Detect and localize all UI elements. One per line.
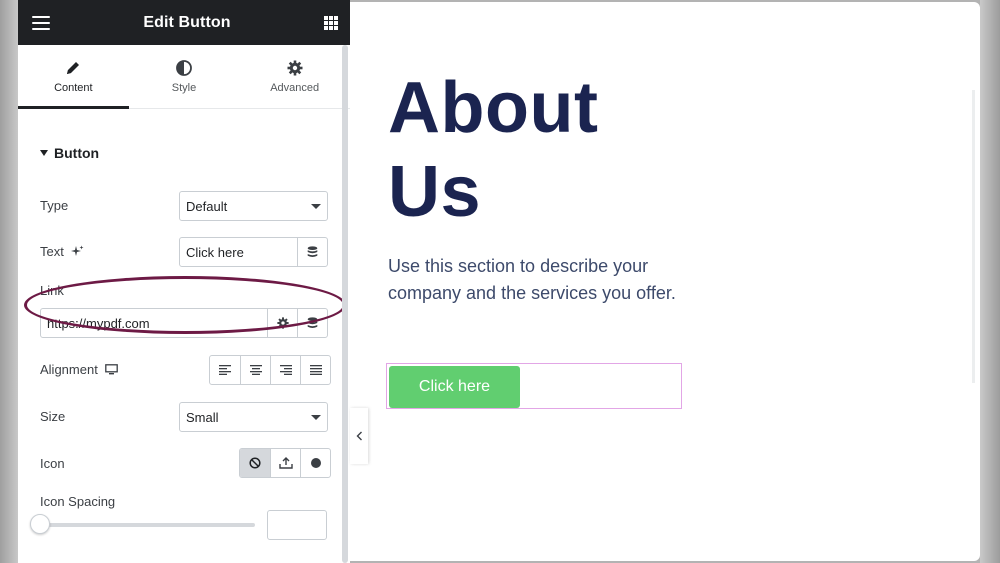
hamburger-menu-icon[interactable]: [32, 15, 50, 30]
tab-content[interactable]: Content: [18, 45, 129, 109]
section-title: Button: [54, 145, 100, 161]
align-justify-icon: [309, 365, 322, 375]
type-label: Type: [40, 198, 69, 213]
align-left-button[interactable]: [210, 356, 240, 384]
panel-header: Edit Button: [18, 0, 350, 45]
page-canvas: About Us Use this section to describe yo…: [350, 2, 980, 561]
highlight-oval: [24, 276, 346, 334]
dynamic-tags-button[interactable]: [297, 238, 327, 266]
align-right-icon: [279, 365, 292, 375]
widgets-grid-icon[interactable]: [323, 15, 338, 30]
editor-panel: Edit Button Content Style Advanced Butto…: [18, 0, 350, 563]
align-center-icon: [249, 365, 262, 375]
size-select[interactable]: Small: [179, 402, 328, 432]
type-select[interactable]: Default: [179, 191, 328, 221]
icon-label: Icon: [40, 456, 65, 471]
gear-icon: [287, 60, 303, 75]
align-right-button[interactable]: [270, 356, 300, 384]
icon-spacing-input[interactable]: [267, 510, 327, 540]
background-frame-left: [0, 0, 18, 563]
icon-spacing-label: Icon Spacing: [40, 494, 116, 509]
alignment-label: Alignment: [40, 362, 118, 377]
align-justify-button[interactable]: [300, 356, 330, 384]
tab-advanced[interactable]: Advanced: [239, 45, 350, 108]
text-input-group: Click here: [179, 237, 328, 267]
database-icon: [307, 246, 318, 257]
caret-down-icon: [40, 150, 48, 156]
tab-style[interactable]: Style: [129, 45, 240, 108]
icon-none-button[interactable]: [240, 449, 270, 477]
about-us-description[interactable]: Use this section to describe your compan…: [388, 253, 688, 307]
icon-choice-group: [239, 448, 331, 478]
align-center-button[interactable]: [240, 356, 270, 384]
tab-style-label: Style: [171, 81, 197, 94]
click-here-button[interactable]: Click here: [389, 366, 520, 408]
panel-body: Button Type Default Text Click here Link…: [18, 109, 350, 563]
canvas-scrollbar[interactable]: [972, 90, 975, 383]
ban-icon: [249, 457, 261, 469]
alignment-label-text: Alignment: [40, 362, 98, 377]
icon-upload-button[interactable]: [270, 449, 300, 477]
background-frame-right: [980, 0, 1000, 563]
text-input[interactable]: Click here: [180, 238, 297, 266]
contrast-icon: [176, 59, 192, 76]
text-label-text: Text: [40, 244, 64, 259]
ai-sparkle-icon[interactable]: [70, 245, 84, 258]
panel-tabs: Content Style Advanced: [18, 45, 350, 109]
icon-spacing-slider-handle[interactable]: [30, 514, 50, 534]
type-select-value: Default: [186, 198, 228, 214]
alignment-button-group: [209, 355, 331, 385]
section-button-toggle[interactable]: Button: [40, 145, 99, 161]
circle-icon: [310, 458, 321, 468]
text-label: Text: [40, 244, 84, 259]
chevron-down-icon: [311, 203, 321, 209]
size-label: Size: [40, 409, 66, 424]
desktop-icon[interactable]: [104, 364, 118, 375]
tab-advanced-label: Advanced: [270, 81, 320, 94]
tab-content-label: Content: [54, 81, 93, 94]
align-left-icon: [219, 365, 231, 375]
panel-scrollbar[interactable]: [342, 45, 348, 563]
chevron-down-icon: [311, 414, 321, 420]
icon-spacing-slider-track[interactable]: [40, 523, 255, 527]
size-select-value: Small: [186, 409, 219, 425]
about-us-heading[interactable]: About Us: [388, 66, 648, 234]
chevron-left-icon: [356, 431, 362, 441]
panel-title: Edit Button: [143, 13, 231, 31]
upload-icon: [278, 457, 293, 469]
pencil-icon: [67, 61, 80, 74]
icon-library-button[interactable]: [300, 449, 330, 477]
collapse-panel-button[interactable]: [350, 408, 368, 464]
